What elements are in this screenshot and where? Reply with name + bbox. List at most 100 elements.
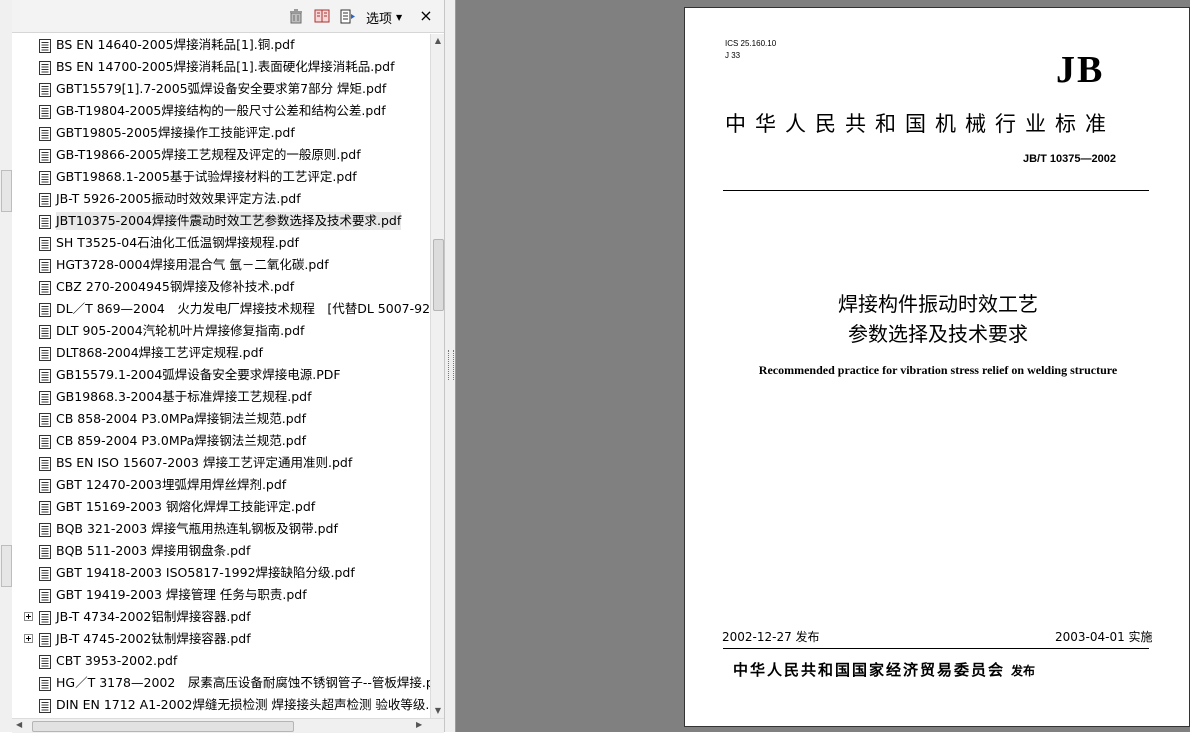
bookmark-item[interactable]: BS EN 14640-2005焊接消耗品[1].铜.pdf bbox=[12, 35, 430, 55]
vertical-scrollbar[interactable]: ▲ ▼ bbox=[430, 34, 445, 718]
scroll-down-icon[interactable]: ▼ bbox=[433, 706, 443, 716]
document-icon bbox=[39, 302, 51, 317]
document-icon bbox=[39, 104, 51, 119]
bookmark-item[interactable]: BQB 321-2003 焊接气瓶用热连轧钢板及钢带.pdf bbox=[12, 519, 430, 539]
bookmark-label: BQB 511-2003 焊接用钢盘条.pdf bbox=[56, 543, 251, 558]
bookmark-item[interactable]: GBT19868.1-2005基于试验焊接材料的工艺评定.pdf bbox=[12, 167, 430, 187]
scroll-thumb[interactable] bbox=[433, 239, 444, 311]
bookmark-item[interactable]: GBT15579[1].7-2005弧焊设备安全要求第7部分 焊矩.pdf bbox=[12, 79, 430, 99]
splitter-grip-icon bbox=[448, 350, 454, 380]
main-title-line2: 参数选择及技术要求 bbox=[848, 322, 1028, 346]
class-code: J 33 bbox=[725, 51, 741, 60]
bookmark-label: DLT 905-2004汽轮机叶片焊接修复指南.pdf bbox=[56, 323, 305, 338]
bookmark-label: CBT 3953-2002.pdf bbox=[56, 653, 178, 668]
bookmark-item[interactable]: JB-T 4745-2002钛制焊接容器.pdf bbox=[12, 629, 430, 649]
bookmark-label: GB19868.3-2004基于标准焊接工艺规程.pdf bbox=[56, 389, 312, 404]
document-icon bbox=[39, 236, 51, 251]
panel-splitter[interactable] bbox=[444, 0, 456, 732]
scroll-up-icon[interactable]: ▲ bbox=[433, 36, 443, 46]
document-icon bbox=[39, 698, 51, 713]
document-viewer[interactable]: ICS 25.160.10 J 33 JB 中华人民共和国机械行业标准 JB/T… bbox=[456, 0, 1190, 732]
delete-icon[interactable] bbox=[288, 8, 304, 24]
document-icon bbox=[39, 522, 51, 537]
bookmark-item[interactable]: JB-T 5926-2005振动时效效果评定方法.pdf bbox=[12, 189, 430, 209]
bookmark-item[interactable]: CBT 3953-2002.pdf bbox=[12, 651, 430, 671]
new-bookmark-icon[interactable] bbox=[314, 8, 330, 24]
bookmark-item[interactable]: BQB 511-2003 焊接用钢盘条.pdf bbox=[12, 541, 430, 561]
bookmark-item[interactable]: GBT 12470-2003埋弧焊用焊丝焊剂.pdf bbox=[12, 475, 430, 495]
bookmark-label: BS EN ISO 15607-2003 焊接工艺评定通用准则.pdf bbox=[56, 455, 353, 470]
document-icon bbox=[39, 148, 51, 163]
document-icon bbox=[39, 632, 51, 647]
bookmark-item[interactable]: GB-T19804-2005焊接结构的一般尺寸公差和结构公差.pdf bbox=[12, 101, 430, 121]
bookmark-item[interactable]: DL／T 869—2004 火力发电厂焊接技术规程 [代替DL 5007-92]… bbox=[12, 299, 430, 319]
bookmark-item[interactable]: CBZ 270-2004945钢焊接及修补技术.pdf bbox=[12, 277, 430, 297]
side-tab-lower[interactable] bbox=[1, 545, 12, 587]
effective-date: 2003-04-01 实施 bbox=[1055, 630, 1153, 644]
document-icon bbox=[39, 368, 51, 383]
bookmark-item[interactable]: DLT 905-2004汽轮机叶片焊接修复指南.pdf bbox=[12, 321, 430, 341]
bookmark-label: HG／T 3178—2002 尿素高压设备耐腐蚀不锈钢管子--管板焊接.pdf bbox=[56, 675, 430, 690]
document-icon bbox=[39, 38, 51, 53]
bookmark-label: GBT 19419-2003 焊接管理 任务与职责.pdf bbox=[56, 587, 307, 602]
document-icon bbox=[39, 412, 51, 427]
bookmark-item[interactable]: SH T3525-04石油化工低温钢焊接规程.pdf bbox=[12, 233, 430, 253]
issuer-name: 中华人民共和国国家经济贸易委员会 bbox=[733, 661, 1006, 679]
side-tab-upper[interactable] bbox=[1, 170, 12, 212]
bookmark-label: JB-T 4745-2002钛制焊接容器.pdf bbox=[56, 631, 251, 646]
bookmark-item[interactable]: GB15579.1-2004弧焊设备安全要求焊接电源.PDF bbox=[12, 365, 430, 385]
divider-top bbox=[723, 190, 1149, 191]
bookmark-label: CB 858-2004 P3.0MPa焊接铜法兰规范.pdf bbox=[56, 411, 307, 426]
scroll-left-icon[interactable]: ◀ bbox=[16, 720, 22, 729]
bookmark-item[interactable]: HGT3728-0004焊接用混合气 氩－二氧化碳.pdf bbox=[12, 255, 430, 275]
bookmark-label: DLT868-2004焊接工艺评定规程.pdf bbox=[56, 345, 263, 360]
bookmark-label: CBZ 270-2004945钢焊接及修补技术.pdf bbox=[56, 279, 295, 294]
chevron-down-icon: ▼ bbox=[396, 13, 403, 22]
document-icon bbox=[39, 214, 51, 229]
bookmark-label: JBT10375-2004焊接件震动时效工艺参数选择及技术要求.pdf bbox=[56, 212, 402, 230]
document-icon bbox=[39, 654, 51, 669]
bookmark-item[interactable]: CB 858-2004 P3.0MPa焊接铜法兰规范.pdf bbox=[12, 409, 430, 429]
bookmark-item[interactable]: GBT19805-2005焊接操作工技能评定.pdf bbox=[12, 123, 430, 143]
bookmark-item[interactable]: CB 859-2004 P3.0MPa焊接钢法兰规范.pdf bbox=[12, 431, 430, 451]
divider-bottom bbox=[723, 648, 1149, 649]
bookmark-label: DIN EN 1712 A1-2002焊缝无损检测 焊接接头超声检测 验收等级.… bbox=[56, 697, 430, 712]
bookmark-item[interactable]: HG／T 3178—2002 尿素高压设备耐腐蚀不锈钢管子--管板焊接.pdf bbox=[12, 673, 430, 693]
document-icon bbox=[39, 390, 51, 405]
document-icon bbox=[39, 566, 51, 581]
bookmark-item[interactable]: DLT868-2004焊接工艺评定规程.pdf bbox=[12, 343, 430, 363]
bookmark-item[interactable]: BS EN 14700-2005焊接消耗品[1].表面硬化焊接消耗品.pdf bbox=[12, 57, 430, 77]
close-panel-button[interactable]: × bbox=[418, 6, 434, 25]
bookmark-item[interactable]: DIN EN 1712 A1-2002焊缝无损检测 焊接接头超声检测 验收等级.… bbox=[12, 695, 430, 715]
bookmark-label: HGT3728-0004焊接用混合气 氩－二氧化碳.pdf bbox=[56, 257, 329, 272]
scroll-right-icon[interactable]: ▶ bbox=[416, 720, 422, 729]
bookmark-label: JB-T 4734-2002铝制焊接容器.pdf bbox=[56, 609, 251, 624]
bookmark-list: BS EN 14640-2005焊接消耗品[1].铜.pdf BS EN 1470… bbox=[12, 34, 430, 718]
english-title: Recommended practice for vibration stres… bbox=[758, 363, 1118, 377]
bookmark-item[interactable]: GB-T19866-2005焊接工艺规程及评定的一般原则.pdf bbox=[12, 145, 430, 165]
bookmark-item[interactable]: BS EN ISO 15607-2003 焊接工艺评定通用准则.pdf bbox=[12, 453, 430, 473]
main-title-line1: 焊接构件振动时效工艺 bbox=[838, 292, 1038, 316]
expand-plus-icon[interactable] bbox=[24, 634, 33, 643]
bookmark-item[interactable]: GB19868.3-2004基于标准焊接工艺规程.pdf bbox=[12, 387, 430, 407]
bookmark-label: BQB 321-2003 焊接气瓶用热连轧钢板及钢带.pdf bbox=[56, 521, 338, 536]
document-icon bbox=[39, 434, 51, 449]
bookmark-item[interactable]: JB-T 4734-2002铝制焊接容器.pdf bbox=[12, 607, 430, 627]
bookmark-item[interactable]: GBT 19419-2003 焊接管理 任务与职责.pdf bbox=[12, 585, 430, 605]
expand-plus-icon[interactable] bbox=[24, 612, 33, 621]
bookmark-label: GBT19868.1-2005基于试验焊接材料的工艺评定.pdf bbox=[56, 169, 357, 184]
horizontal-scrollbar[interactable]: ◀ ▶ bbox=[12, 718, 444, 733]
bookmark-item[interactable]: GBT 19418-2003 ISO5817-1992焊接缺陷分级.pdf bbox=[12, 563, 430, 583]
bookmark-label: GBT 12470-2003埋弧焊用焊丝焊剂.pdf bbox=[56, 477, 287, 492]
options-menu-button[interactable]: 选项 ▼ bbox=[366, 8, 402, 27]
document-icon bbox=[39, 676, 51, 691]
h-scroll-thumb[interactable] bbox=[32, 721, 294, 732]
expand-bookmark-icon[interactable] bbox=[340, 8, 356, 24]
bookmark-item[interactable]: GBT 15169-2003 钢熔化焊焊工技能评定.pdf bbox=[12, 497, 430, 517]
options-label: 选项 bbox=[366, 12, 393, 27]
document-page: ICS 25.160.10 J 33 JB 中华人民共和国机械行业标准 JB/T… bbox=[684, 7, 1190, 727]
bookmark-label: SH T3525-04石油化工低温钢焊接规程.pdf bbox=[56, 235, 299, 250]
bookmark-item[interactable]: JBT10375-2004焊接件震动时效工艺参数选择及技术要求.pdf bbox=[12, 211, 430, 231]
bookmark-label: GBT15579[1].7-2005弧焊设备安全要求第7部分 焊矩.pdf bbox=[56, 81, 387, 96]
document-icon bbox=[39, 192, 51, 207]
